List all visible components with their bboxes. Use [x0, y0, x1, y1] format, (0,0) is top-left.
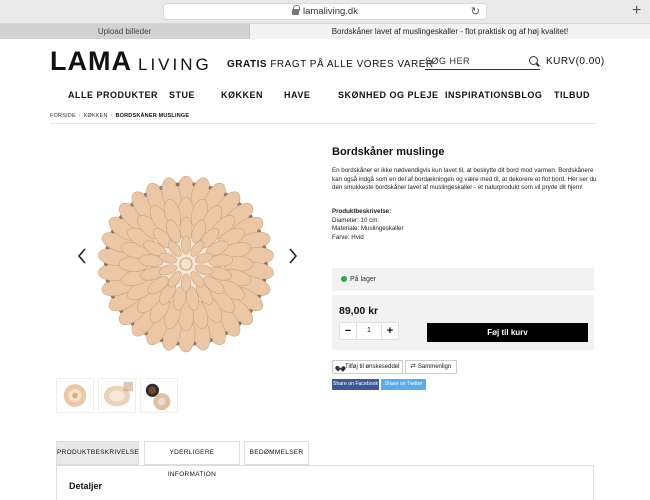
share-facebook-button[interactable]: Share on Facebook [332, 379, 379, 390]
product-title: Bordskåner muslinge [332, 146, 445, 158]
nav-item-stue[interactable]: STUE [169, 90, 195, 100]
share-twitter-button[interactable]: Share on Twitter [381, 379, 426, 390]
reload-icon[interactable]: ↻ [471, 5, 480, 18]
chevron-right-icon[interactable] [287, 247, 299, 265]
heart-icon [337, 364, 343, 369]
promo-banner: GRATIS FRAGT PÅ ALLE VORES VARER [227, 59, 434, 70]
logo-sub: LIVING [137, 55, 212, 74]
logo-main: LAMA [50, 46, 132, 76]
wishlist-button[interactable]: Tilføj til ønskeseddel [332, 360, 403, 374]
panel-heading: Detaljer [69, 481, 103, 491]
breadcrumb-link[interactable]: KØKKEN [84, 113, 108, 119]
new-tab-icon[interactable]: + [632, 2, 641, 20]
main-nav: ALLE PRODUKTER STUE KØKKEN HAVE SKØNHED … [0, 90, 650, 105]
browser-toolbar: lamaliving.dk ↻ + [0, 0, 650, 24]
nav-item-skoenhed[interactable]: SKØNHED OG PLEJE [338, 90, 439, 100]
browser-tab-active[interactable]: Bordskåner lavet af muslingeskaller - fl… [250, 24, 650, 39]
search-input[interactable]: SØG HER [425, 53, 540, 70]
address-bar[interactable]: lamaliving.dk ↻ [163, 3, 487, 20]
search-icon[interactable] [529, 56, 538, 65]
specs-heading: Produktbeskrivelse: [332, 208, 392, 215]
site-logo[interactable]: LAMA LIVING [50, 47, 212, 79]
compare-label: Sammenlign [417, 364, 452, 370]
product-thumbnail[interactable] [140, 378, 178, 413]
tab-produktbeskrivelse[interactable]: PRODUKTBESKRIVELSE [56, 441, 139, 465]
qty-increase-button[interactable]: + [381, 322, 399, 340]
spec-line: Materiale: Muslingeskaller [332, 225, 404, 232]
product-specs: Produktbeskrivelse: Diameter: 10 cm. Mat… [332, 208, 404, 242]
product-tabs: PRODUKTBESKRIVELSE YDERLIGERE INFORMATIO… [56, 441, 594, 478]
browser-tab-bar: Upload billeder Bordskåner lavet af musl… [0, 24, 650, 39]
product-image[interactable] [95, 155, 277, 373]
search-placeholder: SØG HER [425, 56, 471, 66]
product-description: En bordskåner er ikke nødvendigvis kun l… [332, 167, 597, 191]
nav-item-alle-produkter[interactable]: ALLE PRODUKTER [68, 90, 158, 100]
product-price: 89,00 kr [339, 305, 379, 317]
divider [50, 123, 595, 124]
compare-button[interactable]: ⇄ Sammenlign [405, 360, 457, 374]
breadcrumb: FORSIDE / KØKKEN / BORDSKÅNER MUSLINGE [50, 113, 190, 119]
buy-box: 89,00 kr − 1 + Føj til kurv [332, 295, 594, 350]
add-to-cart-button[interactable]: Føj til kurv [427, 323, 588, 342]
tab-title: Bordskåner lavet af muslingeskaller - fl… [331, 27, 569, 36]
cart-link[interactable]: KURV(0.00) [546, 56, 605, 67]
wishlist-label: Tilføj til ønskeseddel [345, 364, 400, 370]
url-text: lamaliving.dk [303, 6, 358, 17]
stock-text: På lager [350, 276, 377, 283]
chevron-left-icon[interactable] [76, 247, 88, 265]
tab-panel [56, 465, 594, 500]
spec-line: Diameter: 10 cm. [332, 216, 380, 224]
nav-item-inspirationsblog[interactable]: INSPIRATIONSBLOG [445, 90, 542, 100]
promo-bold: GRATIS [227, 59, 268, 70]
in-stock-icon [341, 276, 347, 282]
lock-icon [292, 5, 301, 15]
nav-item-tilbud[interactable]: TILBUD [554, 90, 590, 100]
nav-item-koekken[interactable]: KØKKEN [221, 90, 263, 100]
stock-status: På lager [332, 268, 594, 291]
nav-item-have[interactable]: HAVE [284, 90, 310, 100]
tab-yderligere-information[interactable]: YDERLIGERE INFORMATION [144, 441, 240, 478]
browser-tab[interactable]: Upload billeder [0, 24, 250, 39]
product-thumbnail[interactable] [98, 378, 136, 413]
breadcrumb-current: BORDSKÅNER MUSLINGE [115, 113, 190, 119]
spec-line: Farve: Hvid [332, 233, 364, 241]
product-thumbnail[interactable] [56, 378, 94, 413]
quantity-input[interactable]: 1 [357, 322, 381, 340]
promo-text: FRAGT PÅ ALLE VORES VARER [267, 59, 434, 70]
breadcrumb-link[interactable]: FORSIDE [50, 113, 76, 119]
compare-icon: ⇄ [410, 363, 416, 370]
tab-bedoemmelser[interactable]: BEDØMMELSER [244, 441, 309, 465]
qty-decrease-button[interactable]: − [339, 322, 357, 340]
